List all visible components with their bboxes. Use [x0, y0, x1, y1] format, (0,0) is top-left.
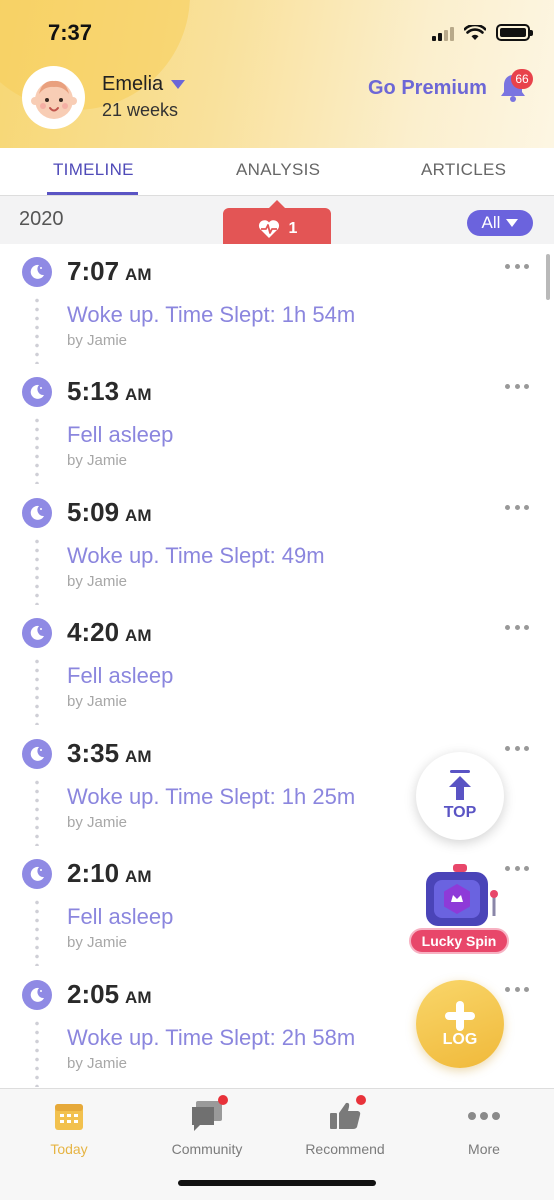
more-options-icon[interactable]	[505, 382, 529, 390]
cellular-signal-icon	[432, 25, 454, 41]
baby-avatar[interactable]	[22, 66, 85, 129]
timeline-connector	[35, 1019, 39, 1087]
timeline-connector	[35, 657, 39, 725]
timeline-entry[interactable]: 5:09 AM Woke up. Time Slept: 49m by Jamie	[0, 485, 554, 605]
entry-author: by Jamie	[67, 693, 128, 710]
year-label: 2020	[19, 208, 64, 230]
entry-time: 5:13 AM	[67, 376, 152, 406]
baby-name: Emelia	[102, 73, 164, 95]
log-button[interactable]: LOG	[416, 980, 504, 1068]
heartbeat-icon	[258, 220, 279, 238]
moon-sleep-icon	[22, 618, 52, 648]
entry-author: by Jamie	[67, 452, 128, 469]
nav-recommend[interactable]: Recommend	[290, 1095, 400, 1157]
entry-time: 2:10 AM	[67, 858, 152, 888]
nav-label: Today	[50, 1141, 88, 1157]
entry-author: by Jamie	[67, 332, 128, 349]
nav-today[interactable]: Today	[14, 1097, 124, 1157]
slot-machine-icon	[426, 864, 498, 926]
more-options-icon[interactable]	[505, 985, 529, 993]
more-options-icon[interactable]	[505, 623, 529, 631]
notification-badge: 66	[511, 69, 533, 89]
filter-all-button[interactable]: All	[467, 210, 533, 236]
plus-icon	[445, 1001, 475, 1031]
lucky-spin-label: Lucky Spin	[409, 928, 509, 954]
chevron-down-icon	[506, 219, 519, 227]
scrollbar[interactable]	[546, 254, 550, 300]
moon-sleep-icon	[22, 257, 52, 287]
entry-author: by Jamie	[67, 814, 128, 831]
baby-face-icon	[30, 80, 77, 119]
calendar-icon	[50, 1097, 88, 1135]
thumbs-up-icon	[326, 1095, 366, 1135]
nav-community[interactable]: Community	[152, 1095, 262, 1157]
more-icon	[465, 1097, 503, 1135]
entry-event: Woke up. Time Slept: 1h 25m	[67, 784, 356, 809]
recommend-notification-dot	[356, 1095, 366, 1105]
moon-sleep-icon	[22, 498, 52, 528]
entry-time: 5:09 AM	[67, 497, 152, 527]
heart-count: 1	[288, 220, 298, 237]
entry-time: 2:05 AM	[67, 979, 152, 1009]
moon-sleep-icon	[22, 377, 52, 407]
entry-event: Fell asleep	[67, 663, 174, 688]
timeline-connector	[35, 537, 39, 605]
moon-sleep-icon	[22, 980, 52, 1010]
entry-event: Fell asleep	[67, 904, 174, 929]
nav-label: Recommend	[305, 1141, 385, 1157]
entry-author: by Jamie	[67, 1055, 128, 1072]
timeline-connector	[35, 416, 39, 484]
filter-label: All	[481, 213, 501, 232]
scroll-to-top-button[interactable]: TOP	[416, 752, 504, 840]
community-notification-dot	[218, 1095, 228, 1105]
more-options-icon[interactable]	[505, 744, 529, 752]
log-label: LOG	[442, 1031, 478, 1048]
status-time: 7:37	[48, 20, 93, 45]
timeline-list: 7:07 AM Woke up. Time Slept: 1h 54m by Ja…	[0, 244, 554, 1088]
baby-selector[interactable]: Emelia	[102, 73, 186, 96]
more-options-icon[interactable]	[505, 503, 529, 511]
status-icons	[432, 24, 533, 41]
entry-author: by Jamie	[67, 934, 128, 951]
timeline-entry[interactable]: 5:13 AM Fell asleep by Jamie	[0, 364, 554, 484]
baby-age: 21 weeks	[102, 100, 179, 120]
entry-event: Woke up. Time Slept: 2h 58m	[67, 1025, 356, 1050]
app-header: 7:37 Emelia 21 weeks Go Premium 66	[0, 0, 554, 148]
entry-event: Woke up. Time Slept: 49m	[67, 543, 325, 568]
timeline-entry[interactable]: 7:07 AM Woke up. Time Slept: 1h 54m by Ja…	[0, 244, 554, 364]
tab-timeline[interactable]: TIMELINE	[53, 160, 134, 180]
entry-time: 7:07 AM	[67, 256, 152, 286]
moon-sleep-icon	[22, 739, 52, 769]
chat-icon	[188, 1095, 228, 1135]
timeline-connector	[35, 296, 39, 364]
tab-analysis[interactable]: ANALYSIS	[236, 160, 320, 180]
battery-icon	[496, 24, 533, 41]
timeline-connector	[35, 898, 39, 966]
tab-articles[interactable]: ARTICLES	[421, 160, 506, 180]
timeline-entry[interactable]: 4:20 AM Fell asleep by Jamie	[0, 605, 554, 725]
active-tab-indicator	[47, 192, 138, 195]
go-premium-link[interactable]: Go Premium	[368, 77, 487, 100]
home-indicator	[178, 1180, 376, 1186]
entry-time: 3:35 AM	[67, 738, 152, 768]
top-label: TOP	[443, 804, 477, 821]
wifi-icon	[464, 24, 486, 40]
nav-label: More	[468, 1141, 500, 1157]
timeline-connector	[35, 778, 39, 846]
entry-event: Fell asleep	[67, 422, 174, 447]
entry-author: by Jamie	[67, 573, 128, 590]
nav-more[interactable]: More	[429, 1097, 539, 1157]
chevron-down-icon	[171, 80, 186, 89]
moon-sleep-icon	[22, 859, 52, 889]
lucky-spin-button[interactable]: Lucky Spin	[408, 862, 512, 958]
nav-label: Community	[171, 1141, 243, 1157]
tab-bar: TIMELINE ANALYSIS ARTICLES	[0, 148, 554, 196]
entry-time: 4:20 AM	[67, 617, 152, 647]
more-options-icon[interactable]	[505, 262, 529, 270]
arrow-up-icon	[449, 770, 471, 800]
entry-event: Woke up. Time Slept: 1h 54m	[67, 302, 356, 327]
